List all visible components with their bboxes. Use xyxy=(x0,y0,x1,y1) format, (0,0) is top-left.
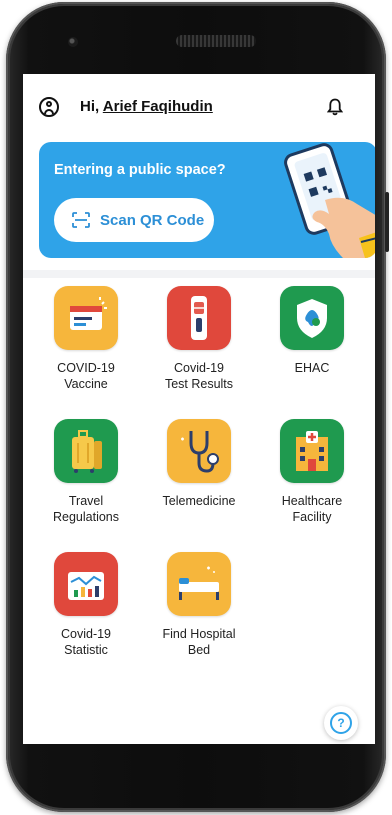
menu-label: Healthcare Facility xyxy=(281,494,343,524)
earpiece-speaker xyxy=(176,35,256,47)
menu-label: Find Hospital Bed xyxy=(162,627,236,657)
test-kit-icon xyxy=(167,286,231,350)
phone-in-hand-illustration xyxy=(284,143,375,258)
help-button[interactable]: ? xyxy=(324,706,358,740)
notification-bell-icon[interactable] xyxy=(327,98,343,116)
front-camera xyxy=(68,37,78,47)
menu-item-healthcare-facility[interactable]: Healthcare Facility xyxy=(262,419,362,525)
help-icon: ? xyxy=(330,712,352,734)
menu-item-covid-vaccine[interactable]: COVID-19 Vaccine xyxy=(36,286,136,392)
greeting: Hi, Arief Faqihudin xyxy=(80,98,213,115)
menu-item-travel-regulations[interactable]: Travel Regulations xyxy=(36,419,136,525)
menu-item-covid-test-results[interactable]: Covid-19 Test Results xyxy=(149,286,249,392)
public-space-banner: Entering a public space? Scan QR Code xyxy=(39,142,375,258)
menu-label: COVID-19 Vaccine xyxy=(57,361,115,391)
account-icon[interactable] xyxy=(39,97,59,117)
user-name-link[interactable]: Arief Faqihudin xyxy=(103,98,213,115)
scan-icon xyxy=(72,212,90,228)
menu-label: Telemedicine xyxy=(162,494,236,508)
scan-qr-button[interactable]: Scan QR Code xyxy=(54,198,214,242)
banner-title: Entering a public space? xyxy=(54,162,226,178)
menu-item-ehac[interactable]: EHAC xyxy=(262,286,362,376)
section-divider xyxy=(23,270,375,278)
greeting-prefix: Hi, xyxy=(80,98,100,115)
header: Hi, Arief Faqihudin xyxy=(23,74,375,134)
app-screen: Hi, Arief Faqihudin Entering a public sp… xyxy=(23,74,375,744)
stethoscope-icon xyxy=(167,419,231,483)
hospital-building-icon xyxy=(280,419,344,483)
hospital-bed-icon xyxy=(167,552,231,616)
menu-item-telemedicine[interactable]: Telemedicine xyxy=(149,419,249,509)
statistic-chart-icon xyxy=(54,552,118,616)
menu-label: Travel Regulations xyxy=(52,494,119,524)
luggage-icon xyxy=(54,419,118,483)
volume-button xyxy=(385,192,389,252)
scan-qr-label: Scan QR Code xyxy=(100,211,205,229)
menu-label: Covid-19 Test Results xyxy=(164,361,234,391)
menu-item-covid-statistic[interactable]: Covid-19 Statistic xyxy=(36,552,136,658)
shield-icon xyxy=(280,286,344,350)
menu-label: EHAC xyxy=(294,361,330,375)
menu-item-find-hospital-bed[interactable]: Find Hospital Bed xyxy=(149,552,249,658)
vaccine-card-icon xyxy=(54,286,118,350)
menu-label: Covid-19 Statistic xyxy=(60,627,112,657)
